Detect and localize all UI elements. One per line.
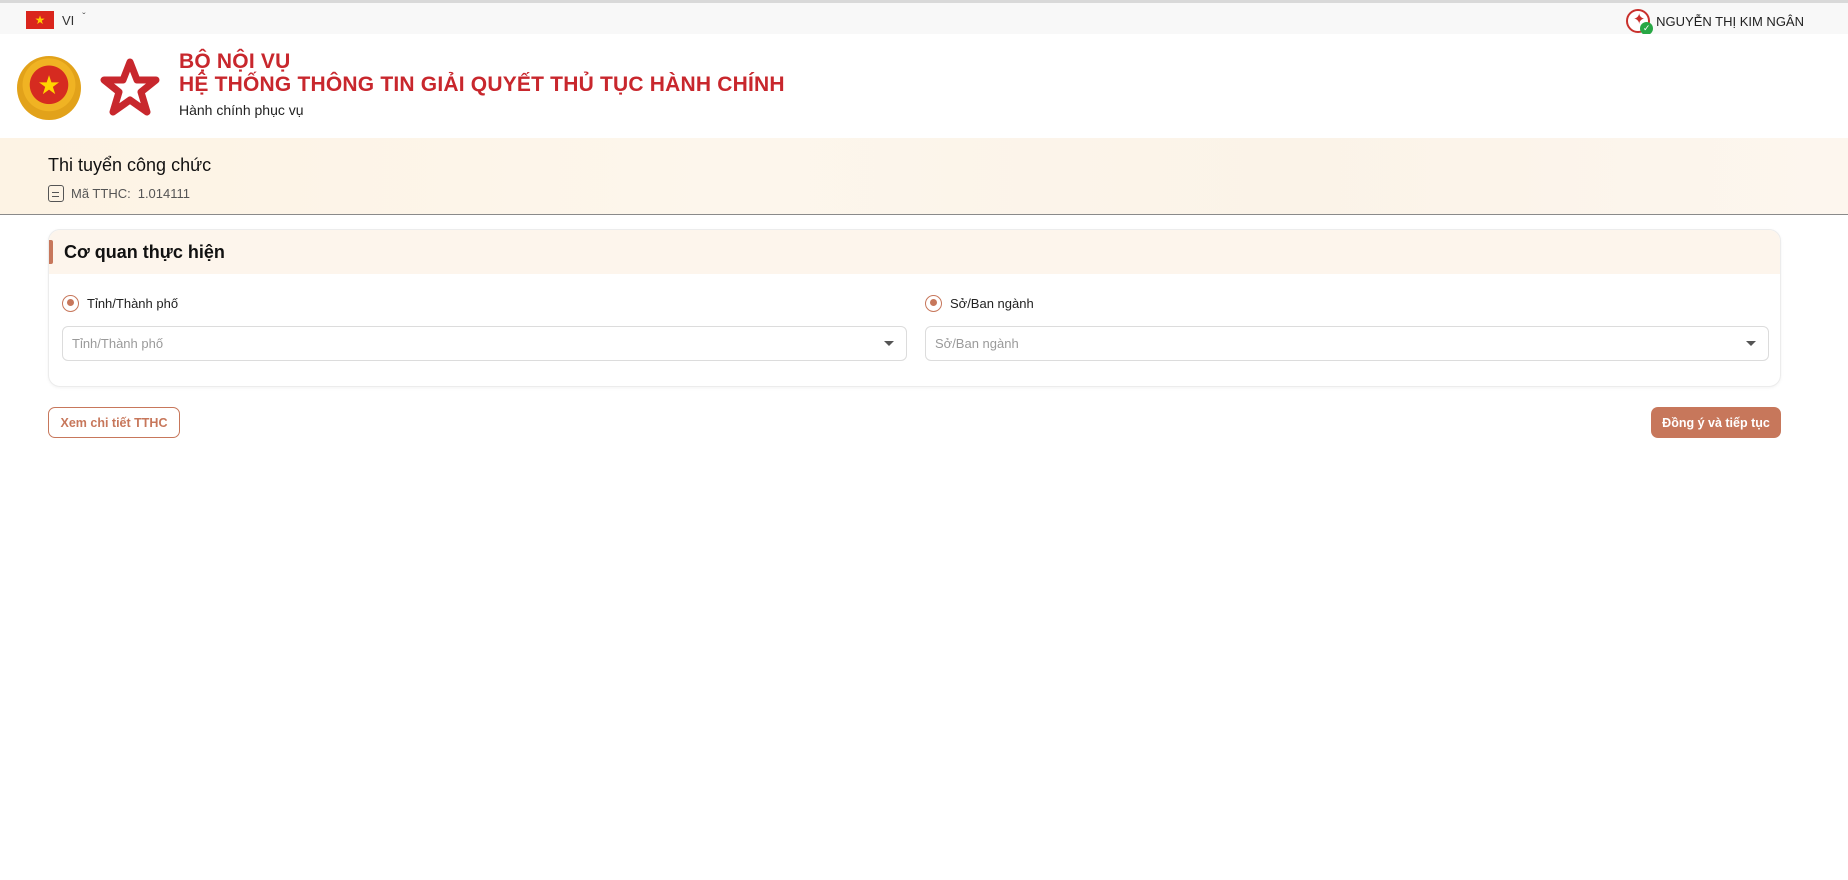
department-select[interactable]: Sở/Ban ngành [925,326,1769,361]
section-accent-bar [49,240,53,264]
national-emblem-icon: ★ [17,56,81,120]
top-utility-bar: VI ˇ ✦ ✓ NGUYỄN THỊ KIM NGÂN [0,0,1848,35]
caret-down-icon [1746,341,1756,346]
procedure-band: Thi tuyển công chức Mã TTHC: 1.014111 [0,138,1848,215]
document-icon [48,184,64,202]
site-header: ★ BỘ NỘI VỤ HỆ THỐNG THÔNG TIN GIẢI QUYẾ… [0,34,1848,138]
user-name: NGUYỄN THỊ KIM NGÂN [1656,13,1804,29]
ministry-logo-icon [100,58,160,116]
language-switcher[interactable]: VI ˇ [26,10,86,30]
radio-province[interactable]: Tỉnh/Thành phố [62,293,178,313]
province-select[interactable]: Tỉnh/Thành phố [62,326,907,361]
procedure-code: Mã TTHC: 1.014111 [48,184,190,202]
system-name: HỆ THỐNG THÔNG TIN GIẢI QUYẾT THỦ TỤC HÀ… [179,73,785,96]
section-title: Cơ quan thực hiện [64,242,225,262]
org-name: BỘ NỘI VỤ [179,50,291,73]
department-select-placeholder: Sở/Ban ngành [935,336,1019,351]
avatar: ✦ ✓ [1626,9,1654,35]
agency-card: Cơ quan thực hiện Tỉnh/Thành phố Tỉnh/Th… [48,229,1781,387]
radio-department[interactable]: Sở/Ban ngành [925,293,1034,313]
province-select-placeholder: Tỉnh/Thành phố [72,336,164,351]
agree-continue-button[interactable]: Đồng ý và tiếp tục [1651,407,1781,438]
procedure-code-value: 1.014111 [137,185,191,201]
view-detail-button[interactable]: Xem chi tiết TTHC [48,407,180,438]
radio-province-label: Tỉnh/Thành phố [87,295,179,311]
radio-department-indicator[interactable] [925,294,942,312]
radio-department-label: Sở/Ban ngành [950,295,1034,311]
vietnam-flag-icon [26,11,54,29]
procedure-code-label: Mã TTHC: [71,185,131,201]
language-code: VI [62,12,75,28]
procedure-title: Thi tuyển công chức [48,155,212,175]
caret-down-icon [884,341,894,346]
agency-card-header: Cơ quan thực hiện [49,230,1780,274]
chevron-down-icon: ˇ [82,11,86,23]
user-menu[interactable]: ✦ ✓ NGUYỄN THỊ KIM NGÂN [1626,9,1804,35]
slogan: Hành chính phục vụ [179,102,304,118]
radio-province-indicator[interactable] [62,294,79,312]
